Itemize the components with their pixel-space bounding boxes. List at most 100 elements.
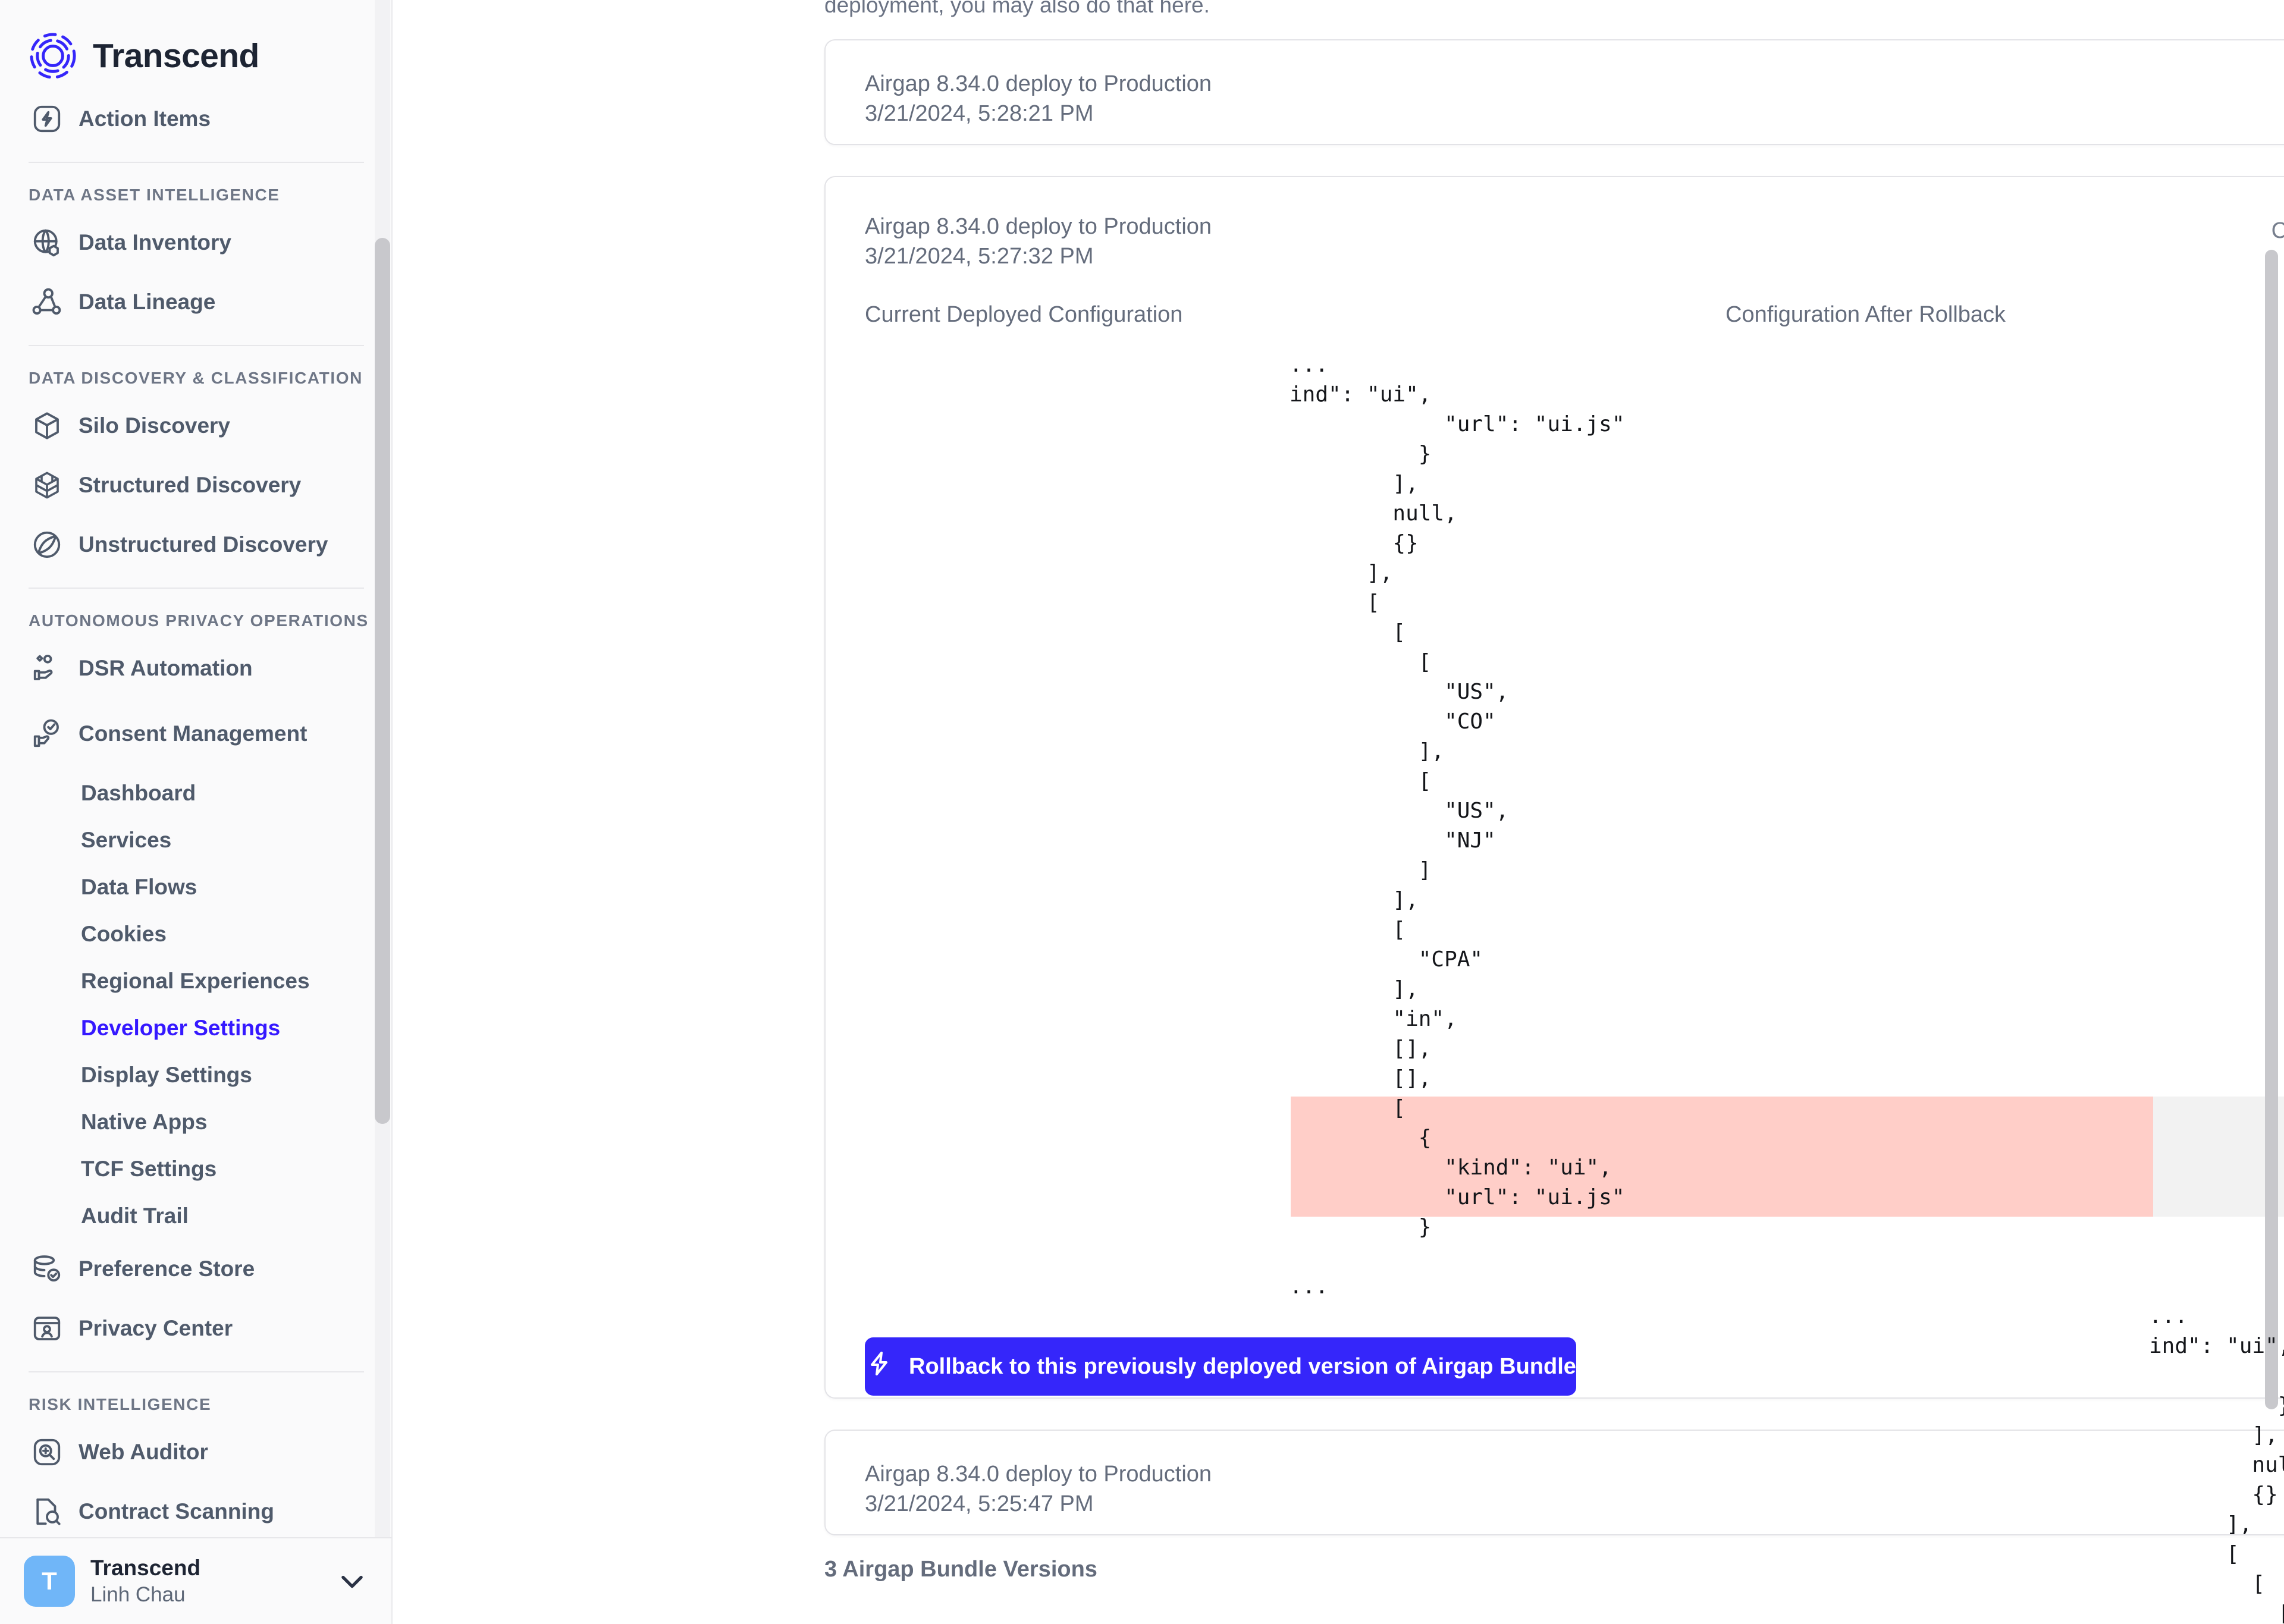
id-card-icon — [31, 1312, 63, 1345]
sidebar: Transcend Action Items Data Asset Intell… — [0, 0, 393, 1624]
sidebar-subitem-audit-trail[interactable]: Audit Trail — [0, 1192, 391, 1239]
brand[interactable]: Transcend — [0, 0, 391, 89]
sidebar-subitem-label: Native Apps — [81, 1109, 208, 1134]
card-title-block: Airgap 8.34.0 deploy to Production 3/21/… — [865, 1459, 1212, 1519]
sidebar-item-consent-management[interactable]: Consent Management — [0, 698, 391, 769]
diff-code-current: ... ind": "ui", "url": "ui.js" } ], null… — [1290, 353, 1625, 1299]
profile-switcher[interactable]: T Transcend Linh Chau — [0, 1537, 391, 1624]
sidebar-subitem-label: Dashboard — [81, 780, 196, 805]
sidebar-item-data-lineage[interactable]: Data Lineage — [0, 272, 391, 332]
sidebar-item-structured-discovery[interactable]: Structured Discovery — [0, 456, 391, 515]
sidebar-item-silo-discovery[interactable]: Silo Discovery — [0, 396, 391, 456]
card-title-block: Airgap 8.34.0 deploy to Production 3/21/… — [865, 69, 1212, 128]
action-items-icon — [31, 103, 63, 135]
card-date: 3/21/2024, 5:25:47 PM — [865, 1491, 1094, 1517]
card-title: Airgap 8.34.0 deploy to Production — [865, 71, 1212, 96]
sidebar-item-privacy-center[interactable]: Privacy Center — [0, 1299, 391, 1358]
sidebar-item-web-auditor[interactable]: Web Auditor — [0, 1422, 391, 1482]
sidebar-subitem-regional-experiences[interactable]: Regional Experiences — [0, 957, 391, 1004]
diff-code-rollback: ... ind": "ui", "url": "ui.js" } ], null… — [2149, 1304, 2284, 1624]
sidebar-subitem-native-apps[interactable]: Native Apps — [0, 1098, 391, 1145]
sidebar-subitem-label: Cookies — [81, 921, 167, 946]
sidebar-item-label: Unstructured Discovery — [79, 532, 328, 557]
magnifier-plus-icon — [31, 1436, 63, 1468]
toggle-label: Collapse Configuration Diff — [2271, 218, 2284, 243]
sidebar-item-data-inventory[interactable]: Data Inventory — [0, 213, 391, 272]
diff-header-rollback: Configuration After Rollback — [1725, 302, 2006, 328]
profile-text: Transcend Linh Chau — [90, 1554, 321, 1608]
sidebar-subitem-label: TCF Settings — [81, 1156, 217, 1181]
app-root: Transcend Action Items Data Asset Intell… — [0, 0, 2284, 1624]
document-search-icon — [31, 1496, 63, 1528]
intro-text: deployment, you may also do that here. — [824, 0, 1210, 17]
deploy-card-collapsed-1: Airgap 8.34.0 deploy to Production 3/21/… — [824, 39, 2284, 145]
sidebar-item-label: Web Auditor — [79, 1440, 208, 1464]
sidebar-item-label: Preference Store — [79, 1257, 255, 1281]
card-date: 3/21/2024, 5:28:21 PM — [865, 101, 1094, 127]
cube-icon — [31, 410, 63, 442]
sidebar-item-label: Action Items — [79, 106, 211, 131]
hand-data-icon — [31, 652, 63, 684]
sidebar-item-dsr-automation[interactable]: DSR Automation — [0, 639, 391, 698]
lightning-bolt-icon — [865, 1349, 893, 1384]
card-header: Airgap 8.34.0 deploy to Production 3/21/… — [826, 177, 2284, 271]
sidebar-item-label: Privacy Center — [79, 1316, 233, 1340]
card-title-block: Airgap 8.34.0 deploy to Production 3/21/… — [865, 212, 1212, 271]
sidebar-item-label: DSR Automation — [79, 656, 253, 680]
card-header: Airgap 8.34.0 deploy to Production 3/21/… — [826, 40, 2284, 128]
diff-body: ... ind": "ui", "url": "ui.js" } ], null… — [826, 350, 2284, 1624]
sidebar-item-preference-store[interactable]: Preference Store — [0, 1239, 391, 1299]
divider — [29, 588, 364, 589]
sidebar-subitem-data-flows[interactable]: Data Flows — [0, 863, 391, 910]
avatar: T — [24, 1556, 75, 1607]
card-date: 3/21/2024, 5:27:32 PM — [865, 244, 1094, 269]
brand-name: Transcend — [93, 37, 259, 75]
divider — [29, 1371, 364, 1372]
sidebar-subitem-label: Developer Settings — [81, 1015, 281, 1040]
profile-org: Transcend — [90, 1556, 201, 1580]
sidebar-scrollbar-thumb[interactable] — [375, 238, 390, 1124]
sidebar-subitem-display-settings[interactable]: Display Settings — [0, 1051, 391, 1098]
sidebar-item-label: Structured Discovery — [79, 473, 302, 497]
rollback-button-label: Rollback to this previously deployed ver… — [909, 1353, 1576, 1379]
sidebar-item-label: Silo Discovery — [79, 413, 231, 438]
bundle-version-count: 3 Airgap Bundle Versions — [824, 1557, 1097, 1582]
thumbs-up-check-icon — [31, 718, 63, 750]
sidebar-subitem-services[interactable]: Services — [0, 816, 391, 863]
sidebar-subitem-cookies[interactable]: Cookies — [0, 910, 391, 957]
section-label-data-discovery: Data Discovery & Classification — [29, 369, 363, 387]
sidebar-item-action-items[interactable]: Action Items — [0, 89, 391, 149]
card-header: Airgap 8.34.0 deploy to Production 3/21/… — [826, 1431, 2284, 1519]
sidebar-subitem-label: Data Flows — [81, 874, 197, 899]
sidebar-item-label: Consent Management — [79, 721, 308, 746]
card-title: Airgap 8.34.0 deploy to Production — [865, 214, 1212, 239]
sidebar-subitem-dashboard[interactable]: Dashboard — [0, 769, 391, 816]
sidebar-item-label: Data Inventory — [79, 230, 232, 255]
main-content: deployment, you may also do that here. A… — [393, 0, 2284, 1624]
diff-column-headers: Current Deployed Configuration Configura… — [826, 271, 2284, 328]
collapse-configuration-diff-button[interactable]: Collapse Configuration Diff — [2272, 212, 2284, 246]
deploy-card-collapsed-2: Airgap 8.34.0 deploy to Production 3/21/… — [824, 1430, 2284, 1535]
chevron-down-icon[interactable] — [337, 1566, 368, 1597]
sidebar-subitem-label: Display Settings — [81, 1062, 252, 1087]
transcend-logo-icon — [29, 32, 77, 80]
rollback-button[interactable]: Rollback to this previously deployed ver… — [865, 1337, 1576, 1396]
sidebar-subitem-developer-settings[interactable]: Developer Settings — [0, 1004, 391, 1051]
diff-header-current: Current Deployed Configuration — [865, 302, 1183, 328]
section-label-autonomous-privacy-operations: Autonomous Privacy Operations — [29, 611, 369, 630]
sidebar-subitem-label: Regional Experiences — [81, 968, 310, 993]
sidebar-subitem-label: Audit Trail — [81, 1203, 189, 1228]
section-label-data-asset-intelligence: Data Asset Intelligence — [29, 186, 280, 204]
divider — [29, 345, 364, 346]
segmented-cube-icon — [31, 469, 63, 501]
sidebar-item-label: Contract Scanning — [79, 1499, 274, 1524]
sidebar-item-unstructured-discovery[interactable]: Unstructured Discovery — [0, 515, 391, 574]
sidebar-subitem-tcf-settings[interactable]: TCF Settings — [0, 1145, 391, 1192]
sidebar-scroll-area: Transcend Action Items Data Asset Intell… — [0, 0, 391, 1537]
sidebar-item-label: Data Lineage — [79, 290, 216, 314]
sidebar-item-contract-scanning[interactable]: Contract Scanning — [0, 1482, 391, 1537]
deploy-card-expanded: Airgap 8.34.0 deploy to Production 3/21/… — [824, 176, 2284, 1624]
divider — [29, 162, 364, 163]
profile-user: Linh Chau — [90, 1583, 186, 1607]
globe-box-icon — [31, 227, 63, 259]
